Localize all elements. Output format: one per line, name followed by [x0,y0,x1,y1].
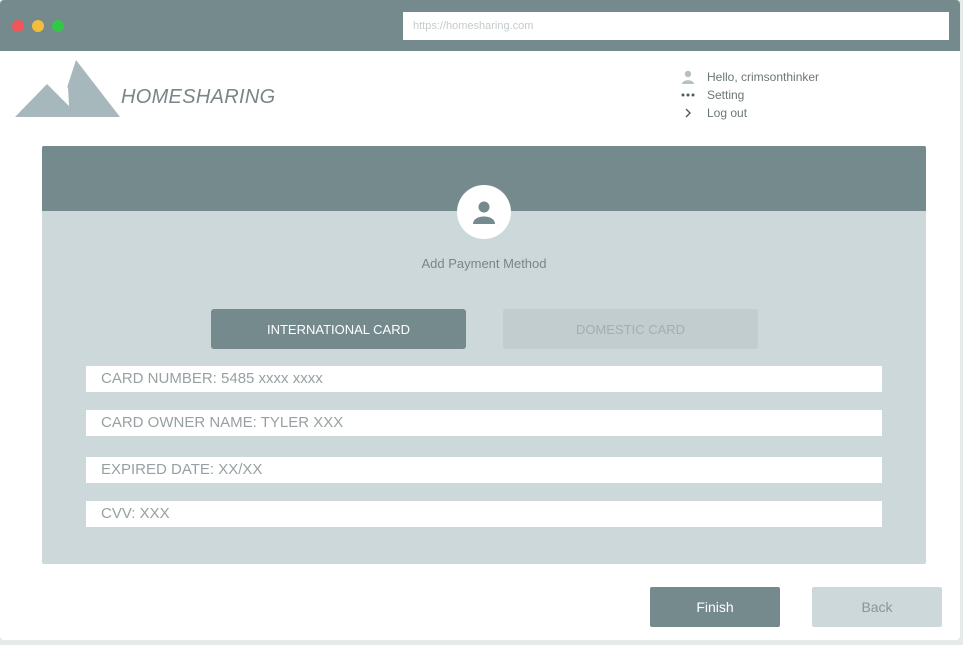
menu-item-greeting[interactable]: Hello, crimsonthinker [680,68,819,86]
minimize-window-button[interactable] [32,20,44,32]
card-owner-name-field[interactable]: CARD OWNER NAME: TYLER XXX [86,410,882,436]
panel-title: Add Payment Method [421,256,547,271]
brand-name: HOMESHARING [121,86,276,108]
maximize-window-button[interactable] [52,20,64,32]
avatar [457,185,511,239]
menu-item-setting[interactable]: Setting [680,86,819,104]
logout-label: Log out [707,106,748,120]
chevron-right-icon [680,104,696,122]
cvv-field[interactable]: CVV: XXX [86,501,882,527]
tab-international-card[interactable]: INTERNATIONAL CARD [211,309,466,349]
tab-domestic-card[interactable]: DOMESTIC CARD [503,309,758,349]
title-bar: https://homesharing.com [0,0,960,51]
expired-date-field[interactable]: EXPIRED DATE: XX/XX [86,457,882,483]
user-menu: Hello, crimsonthinker Setting Log out [680,68,819,122]
mountain-logo-icon [15,60,120,117]
menu-item-logout[interactable]: Log out [680,104,819,122]
address-bar[interactable]: https://homesharing.com [403,12,949,40]
user-avatar-icon [473,201,495,224]
card-number-field[interactable]: CARD NUMBER: 5485 xxxx xxxx [86,366,882,392]
payment-panel: Add Payment Method INTERNATIONAL CARD DO… [42,146,926,564]
finish-button[interactable]: Finish [650,587,780,627]
greeting-label: Hello, crimsonthinker [707,70,820,84]
close-window-button[interactable] [12,20,24,32]
setting-label: Setting [707,88,745,102]
user-icon [680,68,696,86]
back-button[interactable]: Back [812,587,942,627]
more-icon [680,86,696,104]
browser-window: https://homesharing.com HOMESHARING Hell… [0,0,960,640]
